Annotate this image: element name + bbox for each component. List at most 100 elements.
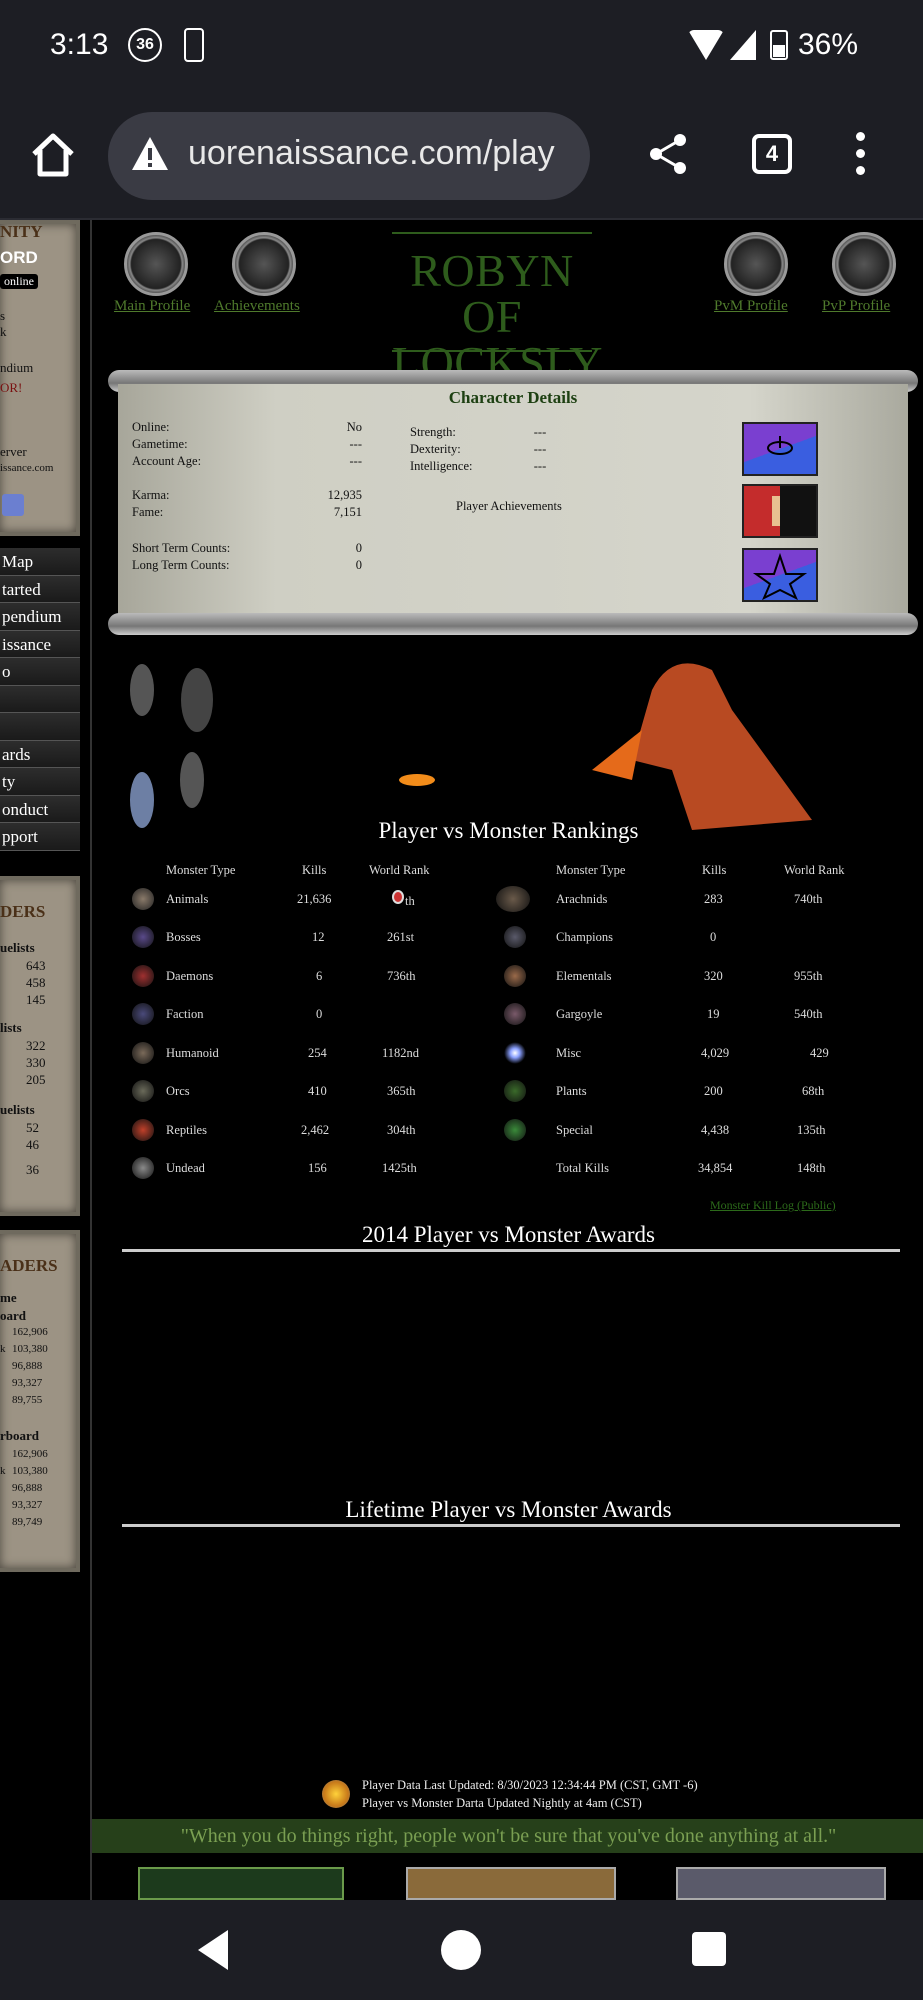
home-circle-icon[interactable] [441, 1930, 481, 1970]
world-rank: 955th [794, 969, 823, 983]
nav-item[interactable]: Map [0, 548, 80, 576]
world-rank: 1182nd [382, 1046, 420, 1060]
column-header: Kills [702, 863, 727, 877]
nav-item[interactable]: pendium [0, 603, 80, 631]
star-flag-icon[interactable] [742, 548, 818, 602]
app-icon[interactable] [2, 494, 24, 516]
nav-item[interactable]: pport [0, 823, 80, 851]
monster-type: Reptiles [166, 1123, 207, 1137]
system-nav-bar [0, 1900, 923, 2000]
achievements-icon[interactable] [232, 232, 296, 296]
clock: 3:13 [50, 28, 109, 61]
faction-icon [132, 1003, 154, 1025]
leader-value: 643 [26, 958, 46, 973]
discord-badge[interactable]: ORD [0, 248, 38, 268]
character-details-panel: Character Details Online: No Gametime: -… [108, 370, 918, 635]
achievements-label: Player Achievements [456, 499, 562, 513]
daemon-icon [132, 965, 154, 987]
champion-icon [504, 926, 526, 948]
leader-value: k [0, 1343, 6, 1355]
nav-item[interactable]: ards [0, 740, 80, 768]
main-profile-link[interactable]: Main Profile [114, 298, 190, 315]
leader-value: 458 [26, 975, 46, 990]
fame-label: Fame: [132, 505, 164, 519]
address-bar[interactable]: uorenaissance.com/play [108, 112, 590, 200]
leader-group-label: oard [0, 1308, 26, 1323]
details-title: Character Details [448, 388, 578, 407]
sidebar-text: s [0, 308, 6, 323]
intelligence-label: Intelligence: [410, 459, 473, 473]
warning-icon[interactable] [130, 134, 170, 174]
leader-value: 162,906 [12, 1326, 48, 1338]
screenshot-thumbnail[interactable] [676, 1867, 886, 1900]
column-header: Monster Type [166, 863, 236, 877]
world-rank: th [405, 894, 415, 908]
kills: 4,029 [701, 1046, 730, 1060]
screenshot-thumbnail[interactable] [138, 1867, 344, 1900]
account-age-value: --- [349, 454, 363, 468]
url-text: uorenaissance.com/play [188, 134, 555, 172]
world-rank: 68th [802, 1084, 825, 1098]
dexterity-label: Dexterity: [410, 442, 461, 456]
nav-item[interactable]: onduct [0, 795, 80, 823]
nav-item[interactable] [0, 713, 80, 741]
back-icon[interactable] [198, 1930, 228, 1970]
pvp-profile-link[interactable]: PvP Profile [822, 298, 890, 315]
leader-group-label: uelists [0, 1102, 35, 1117]
community-heading: NITY [0, 222, 43, 241]
monster-type: Daemons [166, 969, 214, 983]
monster-type: Champions [556, 930, 613, 944]
kills: 410 [308, 1084, 327, 1098]
gametime-value: --- [349, 437, 363, 451]
achievements-link[interactable]: Achievements [214, 298, 300, 315]
karma-value: 12,935 [327, 488, 362, 502]
more-menu-icon[interactable] [850, 132, 870, 178]
screenshot-thumbnail[interactable] [406, 1867, 616, 1900]
share-icon[interactable] [648, 132, 688, 176]
guild-flag-icon[interactable] [742, 422, 818, 476]
character-name-line: ROBYN OF [410, 245, 574, 342]
pvm-profile-link[interactable]: PvM Profile [714, 298, 788, 315]
main-profile-icon[interactable] [124, 232, 188, 296]
monster-type: Faction [166, 1007, 204, 1021]
nav-item[interactable] [0, 685, 80, 713]
faction-flag-icon[interactable] [742, 484, 818, 538]
update-info: Player Data Last Updated: 8/30/2023 12:3… [362, 1776, 698, 1812]
leaderboard-heading: ADERS [0, 1256, 58, 1275]
nav-item[interactable]: issance [0, 630, 80, 658]
humanoid-icon [132, 1042, 154, 1064]
pvm-profile-icon[interactable] [724, 232, 788, 296]
nav-item[interactable]: o [0, 658, 80, 686]
monster-type: Undead [166, 1161, 205, 1175]
dragon-icon [132, 1119, 154, 1141]
divider [122, 1524, 900, 1527]
last-updated-text: Player Data Last Updated: 8/30/2023 12:3… [362, 1778, 698, 1792]
monster-type: Humanoid [166, 1046, 219, 1060]
column-header: Monster Type [556, 863, 626, 877]
cell-signal-icon [730, 30, 756, 60]
gargoyle-icon [504, 1003, 526, 1025]
orc-icon [132, 1080, 154, 1102]
kills: 19 [707, 1007, 720, 1021]
recents-icon[interactable] [692, 1932, 726, 1966]
leader-value: 96,888 [12, 1482, 43, 1494]
online-value: No [346, 420, 362, 434]
pvp-profile-icon[interactable] [832, 232, 896, 296]
tab-switcher-button[interactable]: 4 [752, 134, 792, 174]
column-header: World Rank [369, 863, 430, 877]
home-icon[interactable] [28, 130, 78, 180]
leader-value: 103,380 [12, 1343, 48, 1355]
online-count-badge: online [0, 274, 38, 289]
character-name: ROBYN OF LOCKSLY [392, 245, 603, 386]
nav-item[interactable]: ty [0, 768, 80, 796]
yearly-awards-title: 2014 Player vs Monster Awards [361, 1222, 656, 1247]
intelligence-value: --- [533, 459, 547, 473]
leader-value: 89,755 [12, 1394, 43, 1406]
special-icon [504, 1119, 526, 1141]
monster-kill-log-link[interactable]: Monster Kill Log (Public) [710, 1198, 836, 1213]
sidebar-link[interactable]: issance.com [0, 462, 53, 474]
kills: 0 [710, 930, 717, 944]
leader-value: 46 [26, 1137, 39, 1152]
nav-item[interactable]: tarted [0, 575, 80, 603]
world-rank: 365th [387, 1084, 416, 1098]
